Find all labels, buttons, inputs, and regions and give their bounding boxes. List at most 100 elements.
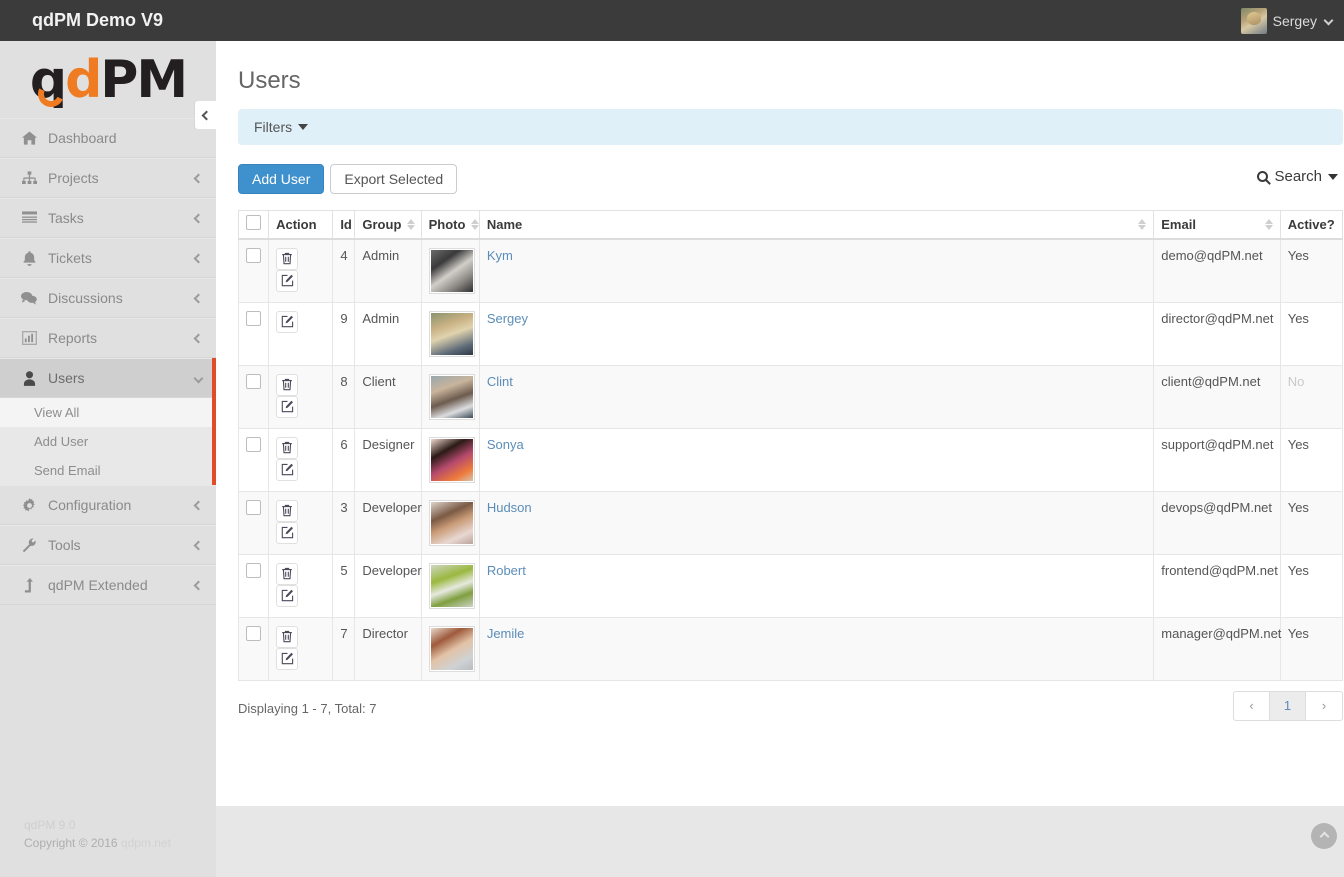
sort-icon[interactable] xyxy=(1138,218,1147,231)
copyright-link[interactable]: qdpm.net xyxy=(121,836,171,850)
sidebar-subitem-send-email[interactable]: Send Email xyxy=(0,456,216,485)
user-name-link[interactable]: Sonya xyxy=(487,437,524,452)
pagination-next[interactable]: › xyxy=(1306,692,1342,720)
row-active: Yes xyxy=(1279,301,1344,366)
checkbox-unchecked-icon[interactable] xyxy=(246,310,261,326)
table-row: 5 Developer Robert frontend@qdPM.net Yes xyxy=(237,553,1344,618)
user-name-link[interactable]: Kym xyxy=(487,248,513,263)
row-name-cell: Hudson xyxy=(478,490,1155,555)
edit-row-button[interactable] xyxy=(276,647,299,670)
delete-row-button[interactable] xyxy=(276,625,299,648)
sidebar-item-tools[interactable]: Tools xyxy=(0,525,216,565)
sidebar-item-qdpm-extended[interactable]: qdPM Extended xyxy=(0,565,216,605)
sidebar-subitem-add-user[interactable]: Add User xyxy=(0,427,216,456)
sidebar: qdPM Dashboard Projects Tasks Tickets Di… xyxy=(0,41,217,877)
sort-icon[interactable] xyxy=(1264,218,1273,231)
row-id: 8 xyxy=(332,364,356,429)
sort-icon[interactable] xyxy=(471,218,480,231)
export-selected-button[interactable]: Export Selected xyxy=(330,164,458,194)
bar-chart-icon xyxy=(18,331,40,345)
logo-letter-d: d xyxy=(65,49,102,110)
filters-toggle[interactable]: Filters xyxy=(238,109,1343,145)
sidebar-item-projects[interactable]: Projects xyxy=(0,158,216,198)
edit-row-button[interactable] xyxy=(276,269,299,292)
table-header-photo[interactable]: Photo xyxy=(420,210,480,240)
table-header-label: Group xyxy=(362,216,402,232)
delete-row-button[interactable] xyxy=(276,373,299,396)
wrench-icon xyxy=(18,538,40,553)
row-group: Director xyxy=(354,616,422,681)
table-header-id[interactable]: Id xyxy=(332,210,356,240)
edit-row-button[interactable] xyxy=(276,584,299,607)
user-name-link[interactable]: Robert xyxy=(487,563,526,578)
delete-row-button[interactable] xyxy=(276,247,299,270)
checkbox-unchecked-icon[interactable] xyxy=(246,436,261,452)
delete-row-button[interactable] xyxy=(276,499,299,522)
chevron-left-icon xyxy=(193,213,204,223)
user-name-link[interactable]: Sergey xyxy=(487,311,528,326)
checkbox-unchecked-icon[interactable] xyxy=(246,562,261,578)
checkbox-unchecked-icon[interactable] xyxy=(246,373,261,389)
table-header-action[interactable]: Action xyxy=(268,210,334,240)
sidebar-item-dashboard[interactable]: Dashboard xyxy=(0,118,216,158)
add-user-button[interactable]: Add User xyxy=(238,164,325,194)
table-row: 6 Designer Sonya support@qdPM.net Yes xyxy=(237,427,1344,492)
pagination-page-1[interactable]: 1 xyxy=(1270,691,1306,720)
gear-icon xyxy=(18,497,40,513)
row-group: Admin xyxy=(354,238,422,303)
user-name-link[interactable]: Clint xyxy=(487,374,513,389)
sidebar-item-users[interactable]: Users xyxy=(0,358,216,398)
sidebar-item-reports[interactable]: Reports xyxy=(0,318,216,358)
table-header-group[interactable]: Group xyxy=(354,210,422,240)
user-name-link[interactable]: Jemile xyxy=(487,626,525,641)
row-photo-cell xyxy=(420,553,480,618)
user-photo xyxy=(428,436,475,483)
table-header-active[interactable]: Active? xyxy=(1279,210,1344,240)
search-label: Search xyxy=(1274,168,1322,185)
pagination-prev[interactable]: ‹ xyxy=(1234,691,1270,720)
row-email: manager@qdPM.net xyxy=(1153,616,1281,681)
caret-down-icon xyxy=(298,124,309,130)
row-select-cell xyxy=(237,490,270,555)
chevron-up-icon xyxy=(1319,831,1329,841)
search-dropdown-button[interactable]: Search xyxy=(1257,168,1338,185)
sidebar-item-discussions[interactable]: Discussions xyxy=(0,278,216,318)
table-row: 4 Admin Kym demo@qdPM.net Yes xyxy=(237,238,1344,303)
scroll-to-top-button[interactable] xyxy=(1311,823,1337,849)
chevron-down-icon xyxy=(193,373,204,383)
table-header-row: Action Id Group Photo Name Email Active? xyxy=(237,210,1344,240)
edit-row-button[interactable] xyxy=(276,521,299,544)
filters-label: Filters xyxy=(254,119,293,135)
user-menu[interactable]: Sergey xyxy=(1240,0,1334,41)
row-select-cell xyxy=(237,364,270,429)
table-header-email[interactable]: Email xyxy=(1153,210,1281,240)
table-header-label: Active? xyxy=(1287,216,1335,232)
row-action-cell xyxy=(268,553,334,618)
user-name-link[interactable]: Hudson xyxy=(487,500,532,515)
sidebar-item-label: Discussions xyxy=(48,290,123,306)
sidebar-item-label: Tools xyxy=(48,537,81,553)
sidebar-item-tasks[interactable]: Tasks xyxy=(0,198,216,238)
edit-row-button[interactable] xyxy=(276,395,299,418)
row-group: Designer xyxy=(354,427,422,492)
checkbox-unchecked-icon[interactable] xyxy=(246,215,261,231)
search-icon xyxy=(1257,171,1269,182)
checkbox-unchecked-icon[interactable] xyxy=(246,499,261,515)
delete-row-button[interactable] xyxy=(276,562,299,585)
table-header-name[interactable]: Name xyxy=(478,210,1155,240)
checkbox-unchecked-icon[interactable] xyxy=(246,625,261,641)
edit-row-button[interactable] xyxy=(276,310,299,333)
logo[interactable]: qdPM xyxy=(0,41,216,118)
sidebar-collapse-toggle[interactable] xyxy=(195,101,217,129)
chevron-left-icon xyxy=(201,110,211,120)
sidebar-subitem-view-all[interactable]: View All xyxy=(0,398,216,427)
row-select-cell xyxy=(237,238,270,303)
row-email: director@qdPM.net xyxy=(1153,301,1281,366)
sidebar-item-configuration[interactable]: Configuration xyxy=(0,485,216,525)
edit-row-button[interactable] xyxy=(276,458,299,481)
checkbox-unchecked-icon[interactable] xyxy=(246,247,261,263)
delete-row-button[interactable] xyxy=(276,436,299,459)
sort-icon[interactable] xyxy=(407,218,416,231)
sidebar-item-tickets[interactable]: Tickets xyxy=(0,238,216,278)
sidebar-item-label: qdPM Extended xyxy=(48,577,148,593)
